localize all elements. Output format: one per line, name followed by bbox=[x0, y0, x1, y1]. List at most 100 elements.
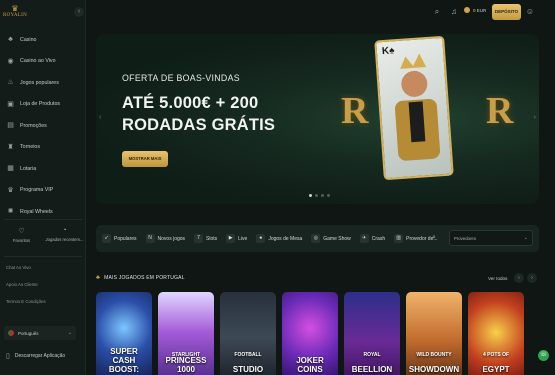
sidebar-item-popular[interactable]: ♨ Jogos populares bbox=[0, 72, 86, 94]
category-label: Crash bbox=[371, 235, 386, 242]
category-label: Novos jogos bbox=[157, 235, 186, 242]
live-chat-link[interactable]: Chat Ao Vivo bbox=[6, 265, 46, 282]
category-search-icon[interactable]: ⌕ bbox=[432, 233, 441, 242]
deposit-button[interactable]: DEPÓSITO bbox=[492, 4, 521, 20]
next-arrow-icon[interactable]: › bbox=[527, 273, 537, 283]
terms-link[interactable]: Termos E Condições bbox=[6, 299, 46, 316]
hero-next-arrow[interactable]: › bbox=[534, 114, 536, 121]
live-icon: ▶ bbox=[226, 234, 236, 243]
game-title: SHOWDOWN bbox=[408, 365, 460, 374]
game-tile[interactable]: FOOTBALL STUDIO bbox=[220, 292, 276, 375]
game-tile[interactable]: STARLIGHT PRINCESS 1000 bbox=[158, 292, 214, 375]
sidebar-item-vip[interactable]: ♛ Programa VIP bbox=[0, 180, 86, 202]
see-all-link[interactable]: Ver todos bbox=[488, 276, 507, 281]
category-table-games[interactable]: ♠ Jogos de Mesa bbox=[256, 234, 302, 243]
search-icon[interactable]: ⌕ bbox=[432, 7, 442, 17]
sidebar-item-label: Royal Wheels bbox=[20, 208, 53, 215]
heart-icon: ♡ bbox=[18, 228, 25, 235]
wheel-icon: ✺ bbox=[7, 208, 14, 216]
lottery-icon: ▦ bbox=[7, 165, 14, 173]
pagination-dot[interactable] bbox=[321, 194, 324, 197]
category-new-games[interactable]: N Novos jogos bbox=[145, 234, 186, 243]
brand-logo[interactable]: ♛ ROYALIN bbox=[2, 4, 28, 21]
game-title: STUDIO bbox=[232, 365, 264, 374]
balance-display[interactable]: 0 EUR bbox=[464, 7, 486, 13]
fire-icon: ♣ bbox=[96, 275, 101, 281]
sidebar-item-label: Lotaria bbox=[20, 165, 37, 172]
category-label: Game Show bbox=[323, 235, 351, 242]
app-frame: ♛ ROYALIN ‹ ♣ Casino ◉ Casino ao Vivo ♨ … bbox=[0, 0, 555, 375]
user-icon[interactable]: ☺ bbox=[525, 7, 535, 17]
hero-pagination bbox=[309, 194, 330, 197]
sidebar-item-label: Torneios bbox=[20, 144, 41, 151]
customer-support-link[interactable]: Apoio Ao Cliente bbox=[6, 282, 46, 299]
game-title: JOKER COINS bbox=[296, 356, 324, 374]
sidebar-item-store[interactable]: ▣ Loja de Produtos bbox=[0, 94, 86, 116]
game-tile[interactable]: WILD BOUNTY SHOWDOWN bbox=[406, 292, 462, 375]
sidebar-item-promotions[interactable]: ▤ Promoções bbox=[0, 115, 86, 137]
live-chat-bubble[interactable]: ☏ bbox=[538, 350, 549, 361]
game-tile[interactable]: SUPER CASH BOOST: bbox=[96, 292, 152, 375]
brand-wordmark: ROYALIN bbox=[2, 13, 28, 18]
show-icon: ◎ bbox=[311, 234, 321, 243]
favorites-button[interactable]: ♡ Favoritos bbox=[0, 227, 43, 243]
bell-icon[interactable]: ♫ bbox=[449, 7, 459, 17]
sidebar-divider bbox=[4, 256, 82, 257]
game-title: BEELLION bbox=[351, 365, 393, 374]
category-slots[interactable]: 7 Slots bbox=[194, 234, 217, 243]
crown-icon: ♛ bbox=[7, 186, 14, 194]
section-title-text: MAIS JOGADOS EM PORTUGAL bbox=[104, 275, 185, 281]
crown-logo-icon: ♛ bbox=[11, 4, 19, 13]
sidebar-item-label: Casino bbox=[20, 36, 37, 43]
sidebar-item-casino[interactable]: ♣ Casino bbox=[0, 29, 86, 51]
language-value: Português bbox=[18, 330, 39, 336]
sidebar-item-lottery[interactable]: ▦ Lotaria bbox=[0, 158, 86, 180]
sidebar-item-live-casino[interactable]: ◉ Casino ao Vivo bbox=[0, 51, 86, 73]
balance-value: 0 EUR bbox=[473, 7, 487, 13]
game-tile[interactable]: JOKER COINS bbox=[282, 292, 338, 375]
pagination-dot[interactable] bbox=[327, 194, 330, 197]
prev-arrow-icon[interactable]: ‹ bbox=[514, 273, 524, 283]
sidebar-item-label: Promoções bbox=[20, 122, 47, 129]
top-header: ⌕ ♫ 0 EUR DEPÓSITO ☺ bbox=[87, 0, 555, 24]
category-live[interactable]: ▶ Live bbox=[226, 234, 247, 243]
king-figure-icon bbox=[395, 53, 441, 161]
category-label: Slots bbox=[206, 235, 218, 242]
crash-icon: ✈ bbox=[359, 234, 369, 243]
category-popular[interactable]: ➶ Populares bbox=[102, 234, 137, 243]
game-tile[interactable]: 4 POTS OF EGYPT bbox=[468, 292, 524, 375]
promo-eyebrow: OFERTA DE BOAS-VINDAS bbox=[122, 73, 240, 83]
recently-played-button[interactable]: ◔ Jogados recentem... bbox=[43, 227, 86, 243]
pagination-dot[interactable] bbox=[309, 194, 312, 197]
pagination-dot[interactable] bbox=[315, 194, 318, 197]
spade-icon: K♠ bbox=[381, 45, 395, 58]
hero-banner[interactable]: ‹ › OFERTA DE BOAS-VINDAS ATÉ 5.000€ + 2… bbox=[96, 34, 539, 204]
favorites-label: Favoritos bbox=[12, 238, 31, 243]
clock-icon: ◔ bbox=[62, 227, 67, 234]
hero-prev-arrow[interactable]: ‹ bbox=[99, 114, 101, 121]
live-casino-icon: ◉ bbox=[7, 57, 14, 65]
game-subtitle: 4 POTS OF bbox=[482, 352, 510, 358]
show-more-button[interactable]: MOSTRAR MAIS bbox=[122, 151, 168, 167]
section-arrows: ‹ › bbox=[514, 273, 537, 283]
download-app-button[interactable]: ▯ Descarregar Aplicação bbox=[6, 352, 65, 360]
category-game-show[interactable]: ◎ Game Show bbox=[311, 234, 351, 243]
provider-icon: ▥ bbox=[394, 234, 404, 243]
game-title: SUPER CASH BOOST: bbox=[108, 347, 140, 374]
category-bar: ➶ Populares N Novos jogos 7 Slots ▶ Live… bbox=[96, 225, 539, 252]
download-icon: ▯ bbox=[6, 353, 10, 360]
language-select[interactable]: Português ⌄ bbox=[4, 326, 76, 340]
collapse-sidebar-button[interactable]: ‹ bbox=[74, 7, 84, 17]
sidebar-nav: ♣ Casino ◉ Casino ao Vivo ♨ Jogos popula… bbox=[0, 29, 86, 223]
sidebar-item-tournaments[interactable]: ♜ Torneios bbox=[0, 137, 86, 159]
provider-select[interactable]: Provedores ⌄ bbox=[449, 230, 533, 246]
recently-played-label: Jogados recentem... bbox=[45, 237, 84, 242]
game-subtitle: WILD BOUNTY bbox=[416, 352, 452, 358]
game-tile[interactable]: ROYAL BEELLION bbox=[344, 292, 400, 375]
cards-icon: ♠ bbox=[256, 234, 266, 243]
slot-icon: 7 bbox=[194, 234, 204, 243]
gift-icon: ▤ bbox=[7, 122, 14, 130]
category-crash[interactable]: ✈ Crash bbox=[359, 234, 386, 243]
headset-icon: ☏ bbox=[539, 352, 548, 358]
game-title: EGYPT bbox=[482, 365, 510, 374]
